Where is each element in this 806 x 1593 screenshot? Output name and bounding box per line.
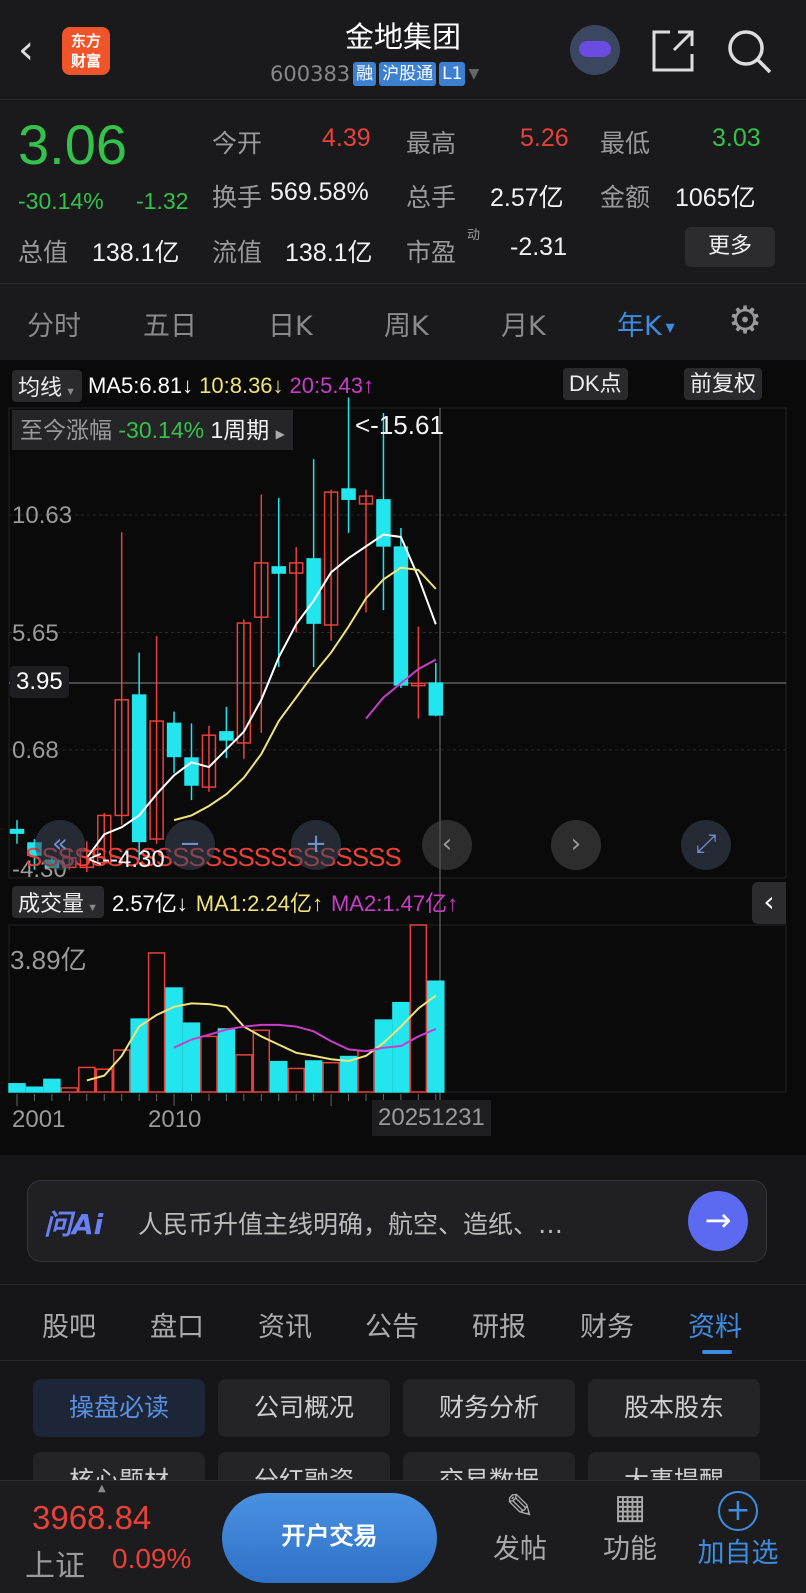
y-tick: 5.65 xyxy=(12,620,59,647)
grid-icon: ▦ xyxy=(613,1487,647,1527)
plus-circle-icon: + xyxy=(718,1491,758,1531)
volume-bar xyxy=(287,1067,305,1093)
zoom-in-icon[interactable]: + xyxy=(291,820,341,870)
volume-y-tick: 3.89亿 xyxy=(10,945,87,975)
volume-legend: 成交量 ▼ 2.57亿↓ MA1:2.24亿↑ MA2:1.47亿↑ xyxy=(12,886,458,918)
info-tab[interactable]: 股吧 xyxy=(42,1305,96,1344)
volume-bar xyxy=(165,987,183,1093)
info-button[interactable]: 财务分析 xyxy=(403,1379,575,1437)
volume-bar xyxy=(322,1061,340,1093)
volume-bar xyxy=(182,1022,201,1093)
info-tab[interactable]: 财务 xyxy=(580,1305,634,1344)
volume-bar xyxy=(95,1068,113,1093)
crosshair-date: 20251231 xyxy=(372,1100,491,1136)
range-value: -30.14% xyxy=(118,417,205,443)
caret-right-icon: ▶ xyxy=(275,427,285,441)
collapse-panel-icon[interactable]: ‹ xyxy=(752,882,786,924)
y-tick: 10.63 xyxy=(12,502,73,529)
volume-selector[interactable]: 成交量 ▼ xyxy=(12,886,104,918)
active-tab-indicator xyxy=(702,1350,732,1354)
info-tab[interactable]: 盘口 xyxy=(150,1305,204,1344)
candle-body xyxy=(428,682,444,716)
volume-bar xyxy=(270,1060,288,1093)
volume-ma1: MA1:2.24亿↑ xyxy=(195,891,323,916)
info-tab[interactable]: 公告 xyxy=(365,1305,419,1344)
scroll-left-icon[interactable]: ‹ xyxy=(422,820,472,870)
info-button[interactable]: 股本股东 xyxy=(588,1379,760,1437)
scroll-right-icon[interactable]: › xyxy=(551,820,601,870)
volume-current: 2.57亿↓ xyxy=(111,891,188,916)
volume-bar xyxy=(374,1019,393,1093)
candle-body xyxy=(219,731,234,741)
ai-ask-bar[interactable]: 问Ai 人民币升值主线明确，航空、造纸、… → xyxy=(27,1180,767,1262)
volume-bar xyxy=(427,980,445,1093)
fullscreen-icon[interactable]: ⤢ xyxy=(681,820,731,870)
add-watchlist-button[interactable]: + 加自选 xyxy=(688,1487,788,1570)
add-label: 加自选 xyxy=(697,1538,779,1569)
expand-up-icon[interactable]: ▲ xyxy=(98,1483,106,1494)
x-tick: 2010 xyxy=(148,1106,202,1133)
candle-body xyxy=(271,566,286,574)
volume-bar xyxy=(8,1083,26,1093)
function-button[interactable]: ▦ 功能 xyxy=(600,1487,660,1566)
volume-bar xyxy=(200,1035,218,1093)
info-button[interactable]: 公司概况 xyxy=(218,1379,390,1437)
candle-body xyxy=(9,828,25,834)
y-tick: 0.68 xyxy=(12,737,59,764)
volume-bar xyxy=(217,1028,236,1093)
scroll-left-fast-icon[interactable]: « xyxy=(35,820,85,870)
volume-bar xyxy=(235,1054,253,1093)
function-label: 功能 xyxy=(603,1534,657,1565)
candle-body xyxy=(166,722,182,758)
ai-send-arrow-icon[interactable]: → xyxy=(688,1191,748,1251)
candlestick-chart[interactable] xyxy=(0,0,806,1160)
zoom-out-icon[interactable]: − xyxy=(165,820,215,870)
volume-selector-label: 成交量 xyxy=(18,891,85,916)
volume-bar xyxy=(43,1078,61,1093)
divider xyxy=(0,1360,806,1361)
candle-body xyxy=(306,558,321,624)
index-name: 上证 xyxy=(25,1549,85,1584)
x-tick: 2001 xyxy=(12,1106,66,1133)
volume-ma2: MA2:1.47亿↑ xyxy=(330,891,459,916)
period-label: 1周期 xyxy=(210,417,270,443)
max-marker: <-15.61 xyxy=(355,410,444,440)
volume-bar xyxy=(304,1060,323,1093)
divider xyxy=(0,1284,806,1285)
post-button[interactable]: ✎ 发帖 xyxy=(490,1487,550,1566)
open-account-trade-button[interactable]: 开户交易 xyxy=(222,1493,437,1583)
range-change-box[interactable]: 至今涨幅 -30.14% 1周期 ▶ xyxy=(12,410,293,450)
volume-bar xyxy=(60,1087,79,1093)
index-value[interactable]: 3968.84 xyxy=(32,1499,151,1537)
info-button[interactable]: 操盘必读 xyxy=(33,1379,205,1437)
bottom-bar: ▲ 3968.84 上证 0.09% 开户交易 ✎ 发帖 ▦ 功能 + 加自选 xyxy=(0,1480,806,1593)
info-tab[interactable]: 资料 xyxy=(688,1305,742,1344)
volume-bar xyxy=(147,952,166,1093)
volume-bar xyxy=(25,1086,44,1093)
crosshair-price: 3.95 xyxy=(10,666,69,698)
candle-body xyxy=(341,488,356,500)
ai-logo: 问Ai xyxy=(44,1208,104,1241)
candle-body xyxy=(376,499,391,547)
volume-bar xyxy=(130,1018,148,1093)
index-pct: 0.09% xyxy=(112,1543,192,1574)
range-label: 至今涨幅 xyxy=(20,417,112,443)
edit-post-icon: ✎ xyxy=(505,1487,535,1527)
info-tab[interactable]: 资讯 xyxy=(258,1305,312,1344)
info-tab[interactable]: 研报 xyxy=(472,1305,526,1344)
post-label: 发帖 xyxy=(493,1534,547,1565)
min-marker: <--4.30 xyxy=(88,846,165,873)
ai-prompt: 人民币升值主线明确，航空、造纸、… xyxy=(138,1210,564,1239)
